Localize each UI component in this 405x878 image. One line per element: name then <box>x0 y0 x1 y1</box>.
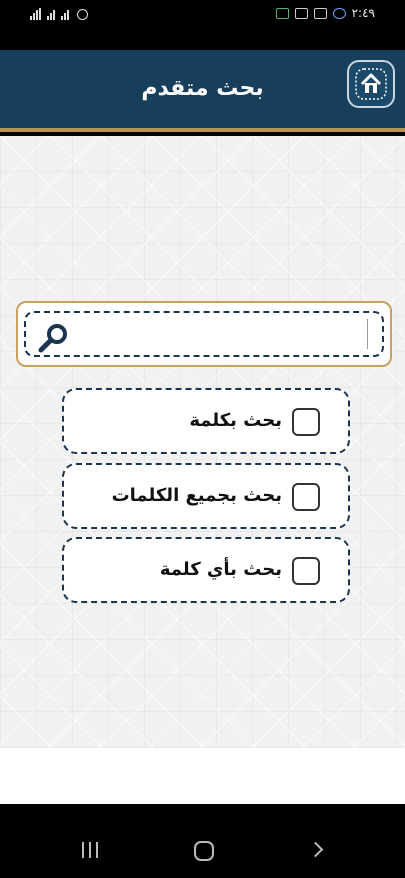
search-icon[interactable] <box>36 321 70 355</box>
option-search-any-word[interactable]: بحث بأي كلمة <box>62 537 350 603</box>
signal-icon <box>61 8 69 20</box>
option-label: بحث بكلمة <box>189 410 282 431</box>
gallery-icon <box>313 7 327 19</box>
option-search-all-words[interactable]: بحث بجميع الكلمات <box>62 463 350 529</box>
checkbox[interactable] <box>292 483 320 511</box>
status-time: ٢:٤٩ <box>351 6 375 20</box>
recent-apps-icon[interactable] <box>82 842 98 858</box>
status-right-icons: ٢:٤٩ <box>275 6 375 20</box>
home-button[interactable] <box>347 60 395 108</box>
option-label: بحث بأي كلمة <box>159 559 282 580</box>
signal-icon <box>47 8 55 20</box>
vpn-icon <box>332 7 346 19</box>
checkbox[interactable] <box>292 557 320 585</box>
system-nav-bar <box>0 804 405 878</box>
quran-app-icon <box>275 7 289 19</box>
search-input[interactable] <box>82 319 368 349</box>
keyboard-icon <box>294 7 308 19</box>
signal-icon <box>30 8 41 20</box>
home-circle-icon[interactable] <box>194 841 214 861</box>
app-header: بحث متقدم <box>0 50 405 132</box>
back-icon[interactable] <box>307 841 324 858</box>
search-box <box>16 301 392 367</box>
option-search-by-word[interactable]: بحث بكلمة <box>62 388 350 454</box>
option-label: بحث بجميع الكلمات <box>111 485 282 506</box>
alarm-icon <box>77 9 88 20</box>
bottom-spacer <box>0 748 405 804</box>
status-left-icons <box>30 8 88 20</box>
status-bar: ٢:٤٩ <box>0 0 405 50</box>
search-field-frame <box>24 311 384 357</box>
page-title: بحث متقدم <box>141 76 264 101</box>
home-icon <box>355 68 387 100</box>
checkbox[interactable] <box>292 408 320 436</box>
